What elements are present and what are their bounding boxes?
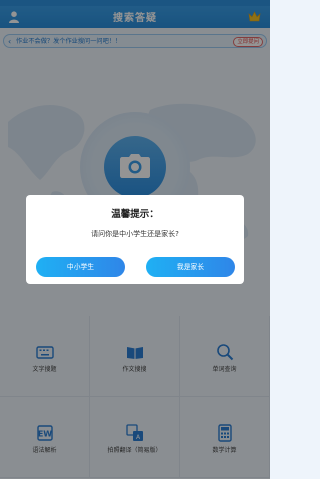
dialog-message: 请问你是中小学生还是家长? [91, 230, 179, 238]
dialog-title: 温馨提示： [111, 209, 159, 220]
student-button[interactable]: 中小学生 [36, 257, 125, 277]
role-select-dialog: 温馨提示： 请问你是中小学生还是家长? 中小学生 我是家长 [26, 195, 244, 284]
parent-button[interactable]: 我是家长 [146, 257, 235, 277]
